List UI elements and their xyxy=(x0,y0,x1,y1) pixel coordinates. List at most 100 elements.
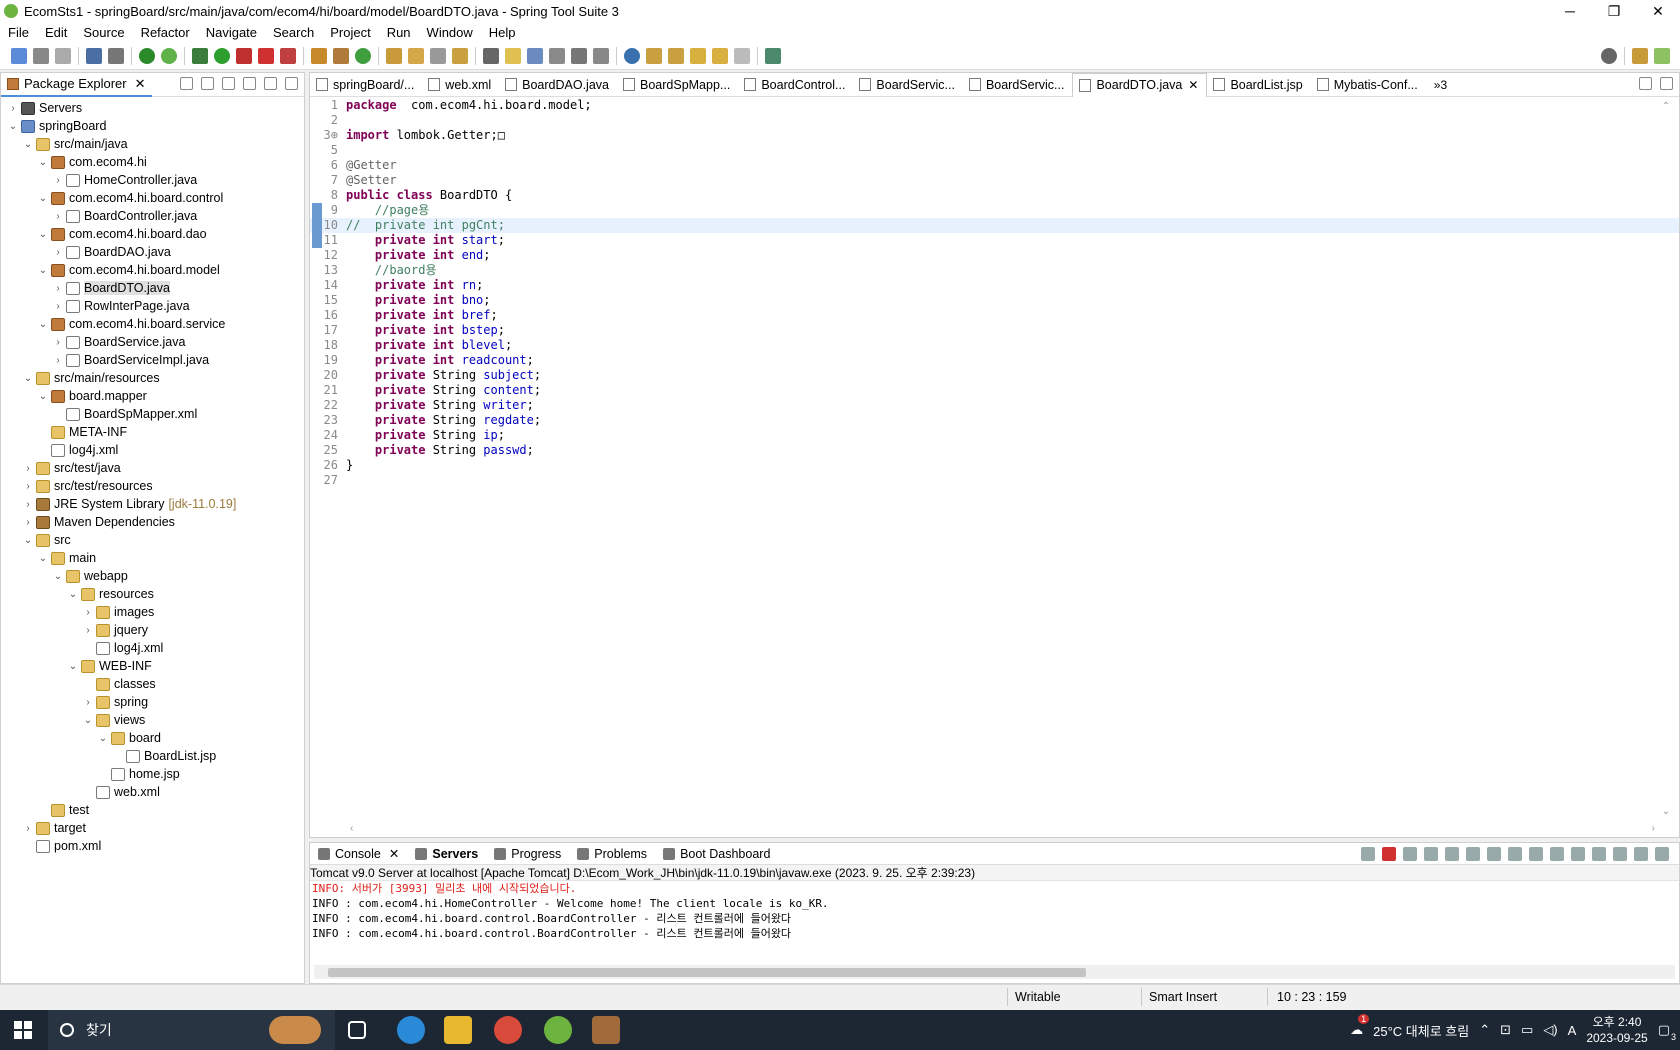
chevron-down-icon[interactable]: ⌄ xyxy=(37,157,49,168)
show-on-stdout-icon[interactable] xyxy=(1508,847,1522,861)
editor-tab[interactable]: BoardSpMapp... xyxy=(617,73,738,97)
game-app-icon[interactable] xyxy=(592,1016,620,1044)
tree-item[interactable]: ⌄ com.ecom4.hi.board.service xyxy=(1,315,304,333)
chevron-right-icon[interactable]: › xyxy=(52,355,64,366)
chevron-down-icon[interactable]: ⌄ xyxy=(22,139,34,150)
forward-icon[interactable] xyxy=(734,48,750,64)
code-line[interactable]: 5 xyxy=(310,143,1679,158)
open-type-icon[interactable] xyxy=(386,48,402,64)
search-icon[interactable] xyxy=(1601,48,1617,64)
close-icon[interactable]: ✕ xyxy=(135,76,146,92)
tree-item[interactable]: › Maven Dependencies xyxy=(1,513,304,531)
console-output[interactable]: INFO: 서버가 [3993] 밀리초 내에 시작되었습니다. INFO : c… xyxy=(310,881,1679,941)
tree-item[interactable]: › BoardServiceImpl.java xyxy=(1,351,304,369)
chevron-right-icon[interactable]: › xyxy=(52,337,64,348)
chevron-down-icon[interactable]: ⌄ xyxy=(37,229,49,240)
chevron-down-icon[interactable]: ⌄ xyxy=(7,121,19,132)
clear-console-icon[interactable] xyxy=(1445,847,1459,861)
menu-search[interactable]: Search xyxy=(265,25,322,40)
boot-dashboard-icon[interactable] xyxy=(139,48,155,64)
tab-overflow[interactable]: »3 xyxy=(1426,78,1455,92)
chevron-right-icon[interactable]: › xyxy=(7,103,19,114)
menu-project[interactable]: Project xyxy=(322,25,378,40)
pin-editor-icon[interactable] xyxy=(765,48,781,64)
clock[interactable]: 오후 2:40 2023-09-25 xyxy=(1586,1014,1647,1046)
tree-item[interactable]: log4j.xml xyxy=(1,441,304,459)
external-tools-icon[interactable] xyxy=(280,48,296,64)
tree-item[interactable]: › src/test/resources xyxy=(1,477,304,495)
chevron-down-icon[interactable]: ⌄ xyxy=(22,373,34,384)
settings-icon[interactable] xyxy=(1613,847,1627,861)
editor-tab[interactable]: BoardDTO.java ✕ xyxy=(1072,72,1208,97)
code-line[interactable]: 17 private int bstep; xyxy=(310,323,1679,338)
chevron-down-icon[interactable]: ⌄ xyxy=(97,733,109,744)
chevron-right-icon[interactable]: › xyxy=(52,211,64,222)
edge-icon[interactable] xyxy=(397,1016,425,1044)
word-wrap-icon[interactable] xyxy=(1487,847,1501,861)
tree-item[interactable]: › spring xyxy=(1,693,304,711)
tree-item[interactable]: BoardList.jsp xyxy=(1,747,304,765)
chevron-right-icon[interactable]: › xyxy=(22,463,34,474)
last-edit-icon[interactable] xyxy=(690,48,706,64)
code-line[interactable]: 14 private int rn; xyxy=(310,278,1679,293)
tree-item[interactable]: › BoardDTO.java xyxy=(1,279,304,297)
chevron-right-icon[interactable]: › xyxy=(82,697,94,708)
menu-file[interactable]: File xyxy=(0,25,37,40)
console-icon[interactable] xyxy=(86,48,102,64)
tree-item[interactable]: ⌄ WEB-INF xyxy=(1,657,304,675)
open-perspective-icon[interactable] xyxy=(1632,48,1648,64)
show-whitespace-icon[interactable] xyxy=(549,48,565,64)
code-line[interactable]: 19 private int readcount; xyxy=(310,353,1679,368)
next-annotation-icon[interactable] xyxy=(646,48,662,64)
chrome-icon[interactable] xyxy=(494,1016,522,1044)
tree-item[interactable]: home.jsp xyxy=(1,765,304,783)
chevron-down-icon[interactable]: ⌄ xyxy=(82,715,94,726)
globe-icon[interactable] xyxy=(624,48,640,64)
open-console-icon[interactable] xyxy=(1592,847,1606,861)
refresh-icon[interactable] xyxy=(161,48,177,64)
code-line[interactable]: 6 @Getter xyxy=(310,158,1679,173)
chevron-right-icon[interactable]: › xyxy=(22,481,34,492)
scroll-lock-icon[interactable] xyxy=(1466,847,1480,861)
pin-icon[interactable] xyxy=(1361,847,1375,861)
tab-servers[interactable]: Servers xyxy=(407,843,486,865)
chevron-right-icon[interactable]: › xyxy=(82,625,94,636)
code-line[interactable]: 20 private String subject; xyxy=(310,368,1679,383)
tree-item[interactable]: ⌄ src/main/resources xyxy=(1,369,304,387)
minimize-icon[interactable] xyxy=(264,77,277,90)
editor-vertical-scrollbar[interactable]: ⌃ ⌄ xyxy=(1661,101,1671,817)
code-line[interactable]: 23 private String regdate; xyxy=(310,413,1679,428)
code-line[interactable]: 16 private int bref; xyxy=(310,308,1679,323)
restore-button[interactable]: ❐ xyxy=(1592,0,1636,22)
code-line[interactable]: 21 private String content; xyxy=(310,383,1679,398)
chevron-down-icon[interactable]: ⌄ xyxy=(52,571,64,582)
maximize-icon[interactable] xyxy=(285,77,298,90)
code-line[interactable]: 13 //baord용 xyxy=(310,263,1679,278)
tree-item[interactable]: ⌄ springBoard xyxy=(1,117,304,135)
maximize-icon[interactable] xyxy=(1660,77,1673,90)
prev-annotation-icon[interactable] xyxy=(668,48,684,64)
code-line[interactable]: 9 //page용 xyxy=(310,203,1679,218)
volume-icon[interactable]: ◁) xyxy=(1543,1022,1557,1038)
tree-item[interactable]: web.xml xyxy=(1,783,304,801)
tree-item[interactable]: ⌄ board xyxy=(1,729,304,747)
cursor-position[interactable]: 10 : 23 : 159 xyxy=(1277,990,1347,1004)
collapse-all-icon[interactable] xyxy=(180,77,193,90)
remove-launch-icon[interactable] xyxy=(1403,847,1417,861)
save-icon[interactable] xyxy=(33,48,49,64)
chevron-down-icon[interactable]: ⌄ xyxy=(37,193,49,204)
editor-tab[interactable]: Mybatis-Conf... xyxy=(1311,73,1426,97)
tree-item[interactable]: ⌄ src xyxy=(1,531,304,549)
taskbar-search[interactable]: 찾기 xyxy=(48,1010,335,1050)
code-line[interactable]: 8 public class BoardDTO { xyxy=(310,188,1679,203)
toggle-mark-icon[interactable] xyxy=(483,48,499,64)
network-icon[interactable]: ⊡ xyxy=(1500,1022,1511,1038)
tree-item[interactable]: › BoardDAO.java xyxy=(1,243,304,261)
code-line[interactable]: 3⊕ import lombok.Getter;□ xyxy=(310,128,1679,143)
code-line[interactable]: 25 private String passwd; xyxy=(310,443,1679,458)
editor-tab[interactable]: BoardControl... xyxy=(738,73,853,97)
editor-tab[interactable]: BoardServic... xyxy=(853,73,963,97)
code-area[interactable]: 1 package com.ecom4.hi.board.model; 2 3⊕ imp… xyxy=(310,98,1679,812)
tree-item[interactable]: ⌄ resources xyxy=(1,585,304,603)
editor-tab[interactable]: web.xml xyxy=(422,73,499,97)
